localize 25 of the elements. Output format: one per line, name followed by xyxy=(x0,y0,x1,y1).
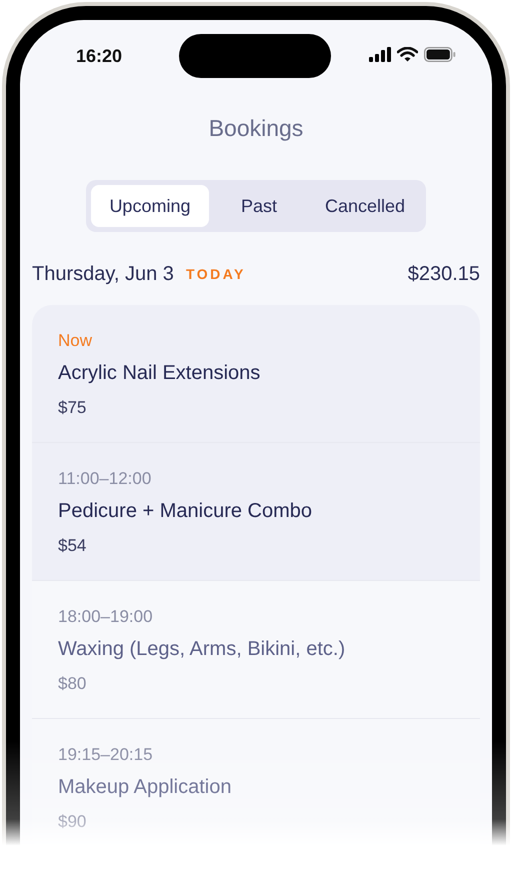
booking-time: 11:00–12:00 xyxy=(58,468,152,490)
day-total: $230.15 xyxy=(408,262,480,286)
booking-price: $75 xyxy=(58,397,88,419)
booking-card[interactable]: 11:00–12:00 Pedicure + Manicure Combo $54 xyxy=(32,443,480,581)
date-heading: Thursday, Jun 3 xyxy=(32,262,174,286)
booking-price: $80 xyxy=(58,673,88,695)
booking-time: 19:15–20:15 xyxy=(58,744,154,766)
status-time: 16:20 xyxy=(76,46,122,66)
booking-price: $54 xyxy=(58,535,88,557)
screen-title: Bookings xyxy=(208,114,304,143)
service-name: Waxing (Legs, Arms, Bikini, etc.) xyxy=(58,637,346,661)
today-label: TODAY xyxy=(186,266,246,282)
service-name: Pedicure + Manicure Combo xyxy=(58,499,314,523)
tab[interactable]: Cancelled xyxy=(308,185,422,227)
wifi-icon xyxy=(397,47,418,62)
signal-icon xyxy=(369,47,391,62)
service-name: Acrylic Nail Extensions xyxy=(58,361,262,385)
battery-icon xyxy=(424,47,456,62)
booking-time: Now xyxy=(58,330,94,352)
tab[interactable]: Past xyxy=(208,185,309,227)
booking-time: 18:00–19:00 xyxy=(58,606,154,628)
service-name: Makeup Application xyxy=(58,775,232,799)
booking-price: $90 xyxy=(58,811,88,833)
booking-card[interactable]: Now Acrylic Nail Extensions $75 xyxy=(32,305,480,443)
tab[interactable]: Upcoming xyxy=(90,185,209,227)
